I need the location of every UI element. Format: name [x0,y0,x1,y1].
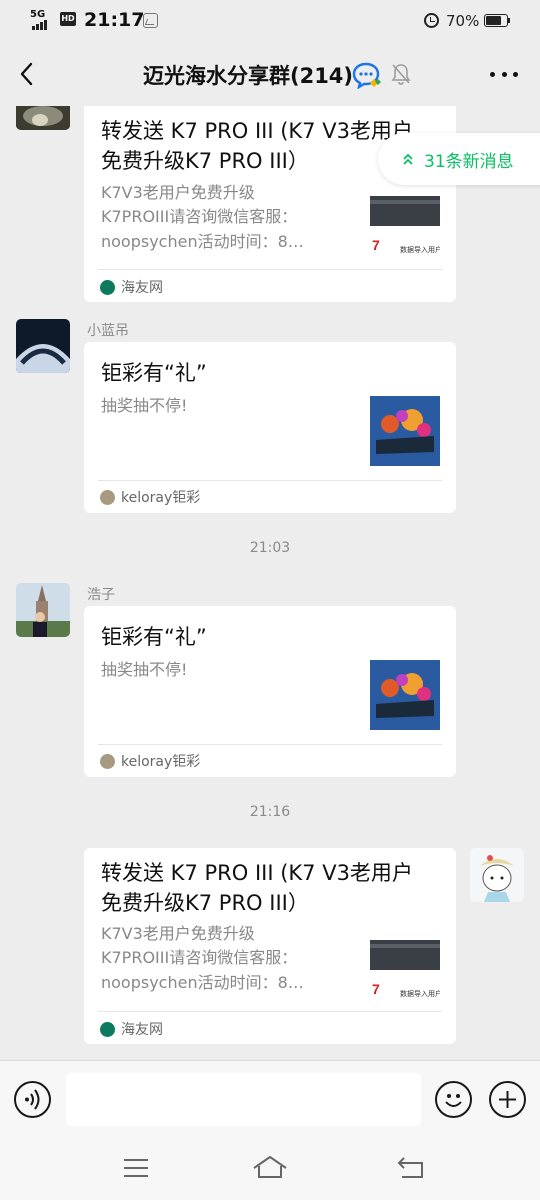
card-divider [98,269,442,270]
card-description: 抽奖抽不停! [101,660,188,679]
keloray-logo-icon [100,489,115,505]
dot-icon [513,71,518,77]
card-description: noopsychen活动时间：8… [101,973,304,992]
card-title: 钜彩有“礼” [101,361,207,385]
card-source: keloray钜彩 [100,751,200,771]
message-timestamp: 21:16 [249,804,291,820]
battery-tip [508,18,510,23]
battery-icon [484,14,508,27]
system-navigation-bar [0,1140,540,1200]
haiyou-logo-icon [100,279,115,295]
card-title: 免费升级K7 PRO III） [101,149,309,173]
card-title: 转发送 K7 PRO III (K7 V3老用户 [101,119,413,143]
new-messages-pill[interactable]: 31条新消息 [378,133,540,185]
card-description: K7PROIII请咨询微信客服： [101,207,298,226]
dot-icon [501,71,507,77]
card-title: 转发送 K7 PRO III (K7 V3老用户 [101,861,413,885]
chat-message-list[interactable]: 转发送 K7 PRO III (K7 V3老用户 免费升级K7 PRO III）… [0,106,540,1060]
message-timestamp: 21:03 [249,540,291,556]
card-source: keloray钜彩 [100,487,200,507]
network-type: 5G [30,9,46,20]
card-source: 海友网 [100,277,163,297]
card-description: 抽奖抽不停! [101,396,188,415]
card-title: 免费升级K7 PRO III） [101,891,309,915]
card-divider [98,744,442,745]
link-card[interactable]: 钜彩有“礼” 抽奖抽不停! keloray钜彩 [84,342,456,513]
chat-header: 迈光海水分享群(214) [0,42,540,106]
card-description: K7PROIII请咨询微信客服： [101,948,298,967]
avatar[interactable] [16,106,70,130]
card-divider [98,480,442,481]
battery-percent: 70% [446,12,480,30]
card-description: K7V3老用户免费升级 [101,924,255,943]
my-avatar[interactable] [470,848,524,902]
smiley-icon [445,1094,462,1107]
more-functions-button[interactable] [489,1081,526,1118]
emoji-button[interactable] [435,1081,472,1118]
thumb-caption: 数据导入用户 [400,245,440,254]
card-description: K7V3老用户免费升级 [101,183,255,202]
card-title: 钜彩有“礼” [101,625,207,649]
card-divider [98,1011,442,1012]
avatar[interactable] [16,583,70,637]
avatar[interactable] [16,319,70,373]
message-input[interactable] [66,1073,421,1126]
svg-text:7: 7 [372,981,380,997]
keloray-logo-icon [100,753,115,769]
plus-icon [499,1091,516,1108]
battery-fill [486,16,502,25]
message-input-bar [0,1060,540,1140]
home-icon[interactable] [252,1154,288,1180]
status-bar: 5G HD 21:17 70% [0,0,540,42]
sender-name: 小蓝吊 [87,323,129,339]
card-source-label: keloray钜彩 [121,490,201,506]
gallery-notification-icon [143,13,158,28]
card-thumbnail: 7 数据导入用户 [370,188,440,258]
sender-name: 浩子 [87,587,115,603]
card-thumbnail [370,396,440,466]
card-source-label: 海友网 [121,1022,163,1038]
alarm-icon [424,13,439,28]
status-time: 21:17 [84,9,145,31]
recent-apps-icon[interactable] [122,1157,150,1179]
card-source: 海友网 [100,1019,163,1039]
chat-title: 迈光海水分享群(214) [142,64,354,88]
new-messages-label: 31条新消息 [424,151,514,172]
dot-icon [490,71,495,77]
more-options-button[interactable] [490,64,518,84]
group-chat-icon [352,62,381,89]
signal-icon [32,20,47,30]
voice-input-button[interactable] [14,1081,51,1118]
card-thumbnail [370,660,440,730]
svg-text:7: 7 [372,237,380,253]
link-card[interactable]: 钜彩有“礼” 抽奖抽不停! keloray钜彩 [84,606,456,777]
card-description: noopsychen活动时间：8… [101,232,304,251]
hd-badge: HD [60,12,76,26]
thumb-caption: 数据导入用户 [400,989,440,998]
card-thumbnail: 7 数据导入用户 [370,932,440,1002]
voice-icon [25,1089,40,1110]
mute-bell-icon [391,64,411,85]
system-back-icon[interactable] [396,1154,426,1180]
double-chevron-up-icon [403,153,413,165]
haiyou-logo-icon [100,1021,115,1037]
card-source-label: 海友网 [121,280,163,296]
link-card[interactable]: 转发送 K7 PRO III (K7 V3老用户 免费升级K7 PRO III）… [84,848,456,1044]
card-source-label: keloray钜彩 [121,754,201,770]
